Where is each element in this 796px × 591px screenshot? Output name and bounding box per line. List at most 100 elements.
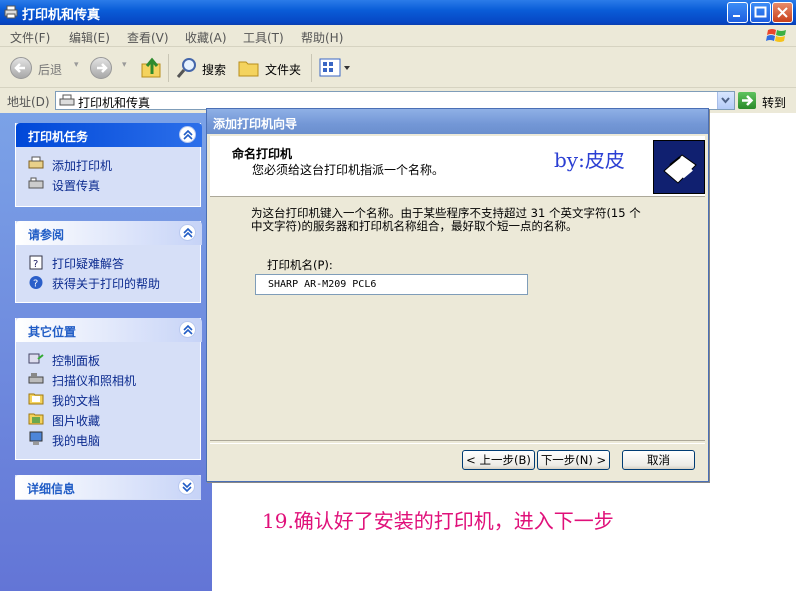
views-icon xyxy=(319,58,350,77)
printer-tasks-title: 打印机任务 xyxy=(28,130,89,144)
see-also-header[interactable]: 请参阅 xyxy=(16,221,202,245)
toolbar-separator xyxy=(311,54,312,82)
toolbar: 后退 ▾ ▾ 搜索 文件夹 xyxy=(0,48,796,88)
go-label[interactable]: 转到 xyxy=(762,94,786,111)
my-documents-link[interactable]: 我的文档 xyxy=(52,392,100,409)
wizard-subheading: 您必须给这台打印机指派一个名称。 xyxy=(252,163,445,177)
svg-text:?: ? xyxy=(33,279,38,290)
watermark-text: by:皮皮 xyxy=(554,148,625,172)
chevron-down-icon xyxy=(182,482,192,492)
menu-file[interactable]: 文件(F) xyxy=(10,29,50,46)
other-places-panel: 其它位置 控制面板 扫描仪和照相机 我的文档 图片收藏 我的电脑 xyxy=(15,318,202,460)
my-computer-link[interactable]: 我的电脑 xyxy=(52,432,100,449)
details-panel: 详细信息 xyxy=(15,475,201,500)
search-icon xyxy=(176,58,196,78)
control-panel-link[interactable]: 控制面板 xyxy=(52,352,100,369)
printer-logo-icon xyxy=(653,140,705,194)
back-label: 后退 xyxy=(38,63,63,77)
chevron-up-icon xyxy=(183,130,193,140)
collapse-button[interactable] xyxy=(179,224,196,241)
folders-button[interactable]: 文件夹 xyxy=(237,56,307,80)
details-title: 详细信息 xyxy=(27,482,76,496)
help-book-icon: ? xyxy=(29,255,43,270)
printer-name-label: 打印机名(P): xyxy=(267,258,333,272)
go-arrow-icon xyxy=(742,95,754,106)
cancel-button[interactable]: 取消 xyxy=(622,450,695,470)
add-printer-icon xyxy=(28,156,44,169)
menu-edit[interactable]: 编辑(E) xyxy=(69,29,110,46)
window-titlebar[interactable]: 打印机和传真 xyxy=(0,0,796,25)
chevron-up-icon xyxy=(183,325,193,335)
details-header[interactable]: 详细信息 xyxy=(15,475,201,499)
control-panel-icon xyxy=(28,353,44,364)
menu-help[interactable]: 帮助(H) xyxy=(301,29,343,46)
chevron-down-icon xyxy=(721,97,730,104)
other-places-title: 其它位置 xyxy=(28,325,77,339)
see-also-panel: 请参阅 ? 打印疑难解答 ? 获得关于打印的帮助 xyxy=(15,221,202,303)
maximize-button[interactable] xyxy=(750,2,771,23)
next-step-button[interactable]: 下一步(N) > xyxy=(537,450,610,470)
add-printer-link[interactable]: 添加打印机 xyxy=(52,157,112,174)
svg-text:?: ? xyxy=(33,259,38,270)
collapse-button[interactable] xyxy=(179,321,196,338)
my-pictures-link[interactable]: 图片收藏 xyxy=(52,412,100,429)
documents-icon xyxy=(28,393,44,405)
chevron-up-icon xyxy=(183,228,193,238)
see-also-title: 请参阅 xyxy=(28,228,65,242)
printer-tasks-header[interactable]: 打印机任务 xyxy=(16,123,202,147)
forward-dropdown-icon: ▾ xyxy=(122,60,127,70)
close-button[interactable] xyxy=(772,2,793,23)
menu-favorites[interactable]: 收藏(A) xyxy=(185,29,227,46)
menu-tools[interactable]: 工具(T) xyxy=(243,29,284,46)
address-dropdown-button[interactable] xyxy=(717,92,734,109)
scanner-icon xyxy=(28,373,44,384)
search-label: 搜索 xyxy=(202,63,227,77)
maximize-icon xyxy=(754,6,767,18)
toolbar-separator xyxy=(168,54,169,82)
step-annotation: 19.确认好了安装的打印机，进入下一步 xyxy=(262,509,614,533)
task-panel: 打印机任务 添加打印机 设置传真 请参阅 ? 打印疑难解答 ? 获得关于打印的帮… xyxy=(0,113,212,591)
wizard-body: 为这台打印机键入一个名称。由于某些程序不支持超过 31 个英文字符(15 个 中… xyxy=(210,197,705,439)
back-dropdown-icon[interactable]: ▾ xyxy=(74,60,79,70)
wizard-title: 添加打印机向导 xyxy=(213,117,298,131)
collapse-button[interactable] xyxy=(179,126,196,143)
forward-arrow-icon xyxy=(90,57,112,79)
printer-folder-icon xyxy=(4,5,18,19)
minimize-button[interactable] xyxy=(727,2,748,23)
address-label: 地址(D) xyxy=(7,95,50,109)
back-button[interactable]: 后退 xyxy=(10,56,70,80)
forward-button[interactable]: ▾ xyxy=(90,56,127,80)
setup-fax-link[interactable]: 设置传真 xyxy=(52,177,100,194)
go-button[interactable] xyxy=(738,92,756,109)
expand-button[interactable] xyxy=(178,478,195,495)
folders-icon xyxy=(238,61,259,77)
pictures-icon xyxy=(28,413,44,425)
back-step-button[interactable]: < 上一步(B) xyxy=(462,450,535,470)
folders-label: 文件夹 xyxy=(265,63,302,77)
menu-view[interactable]: 查看(V) xyxy=(127,29,169,46)
printing-help-link[interactable]: 获得关于打印的帮助 xyxy=(52,275,160,292)
description-line-2: 中文字符)的服务器和打印机名称组合，最好取个短一点的名称。 xyxy=(251,219,578,233)
window-title: 打印机和传真 xyxy=(22,8,101,23)
wizard-heading: 命名打印机 xyxy=(232,147,293,161)
views-button[interactable] xyxy=(318,56,354,80)
fax-icon xyxy=(28,177,44,189)
printer-name-input[interactable]: SHARP AR-M209 PCL6 xyxy=(255,274,528,295)
printer-folder-icon xyxy=(59,94,75,106)
windows-logo-icon xyxy=(766,29,786,42)
address-value: 打印机和传真 xyxy=(78,96,151,110)
menu-bar: 文件(F) 编辑(E) 查看(V) 收藏(A) 工具(T) 帮助(H) xyxy=(0,25,796,47)
wizard-header: 命名打印机 您必须给这台打印机指派一个名称。 by:皮皮 xyxy=(210,136,705,197)
minimize-icon xyxy=(733,15,740,17)
other-places-header[interactable]: 其它位置 xyxy=(16,318,202,342)
help-circle-icon: ? xyxy=(29,276,43,290)
printing-troubleshoot-link[interactable]: 打印疑难解答 xyxy=(52,255,124,272)
up-folder-icon[interactable] xyxy=(140,56,164,80)
wizard-description: 为这台打印机键入一个名称。由于某些程序不支持超过 31 个英文字符(15 个 中… xyxy=(251,207,691,233)
back-arrow-icon xyxy=(10,57,32,79)
wizard-titlebar[interactable]: 添加打印机向导 xyxy=(207,109,708,134)
footer-divider xyxy=(210,440,705,444)
close-icon xyxy=(777,7,788,18)
scanners-cameras-link[interactable]: 扫描仪和照相机 xyxy=(52,372,136,389)
search-button[interactable]: 搜索 xyxy=(175,56,231,80)
